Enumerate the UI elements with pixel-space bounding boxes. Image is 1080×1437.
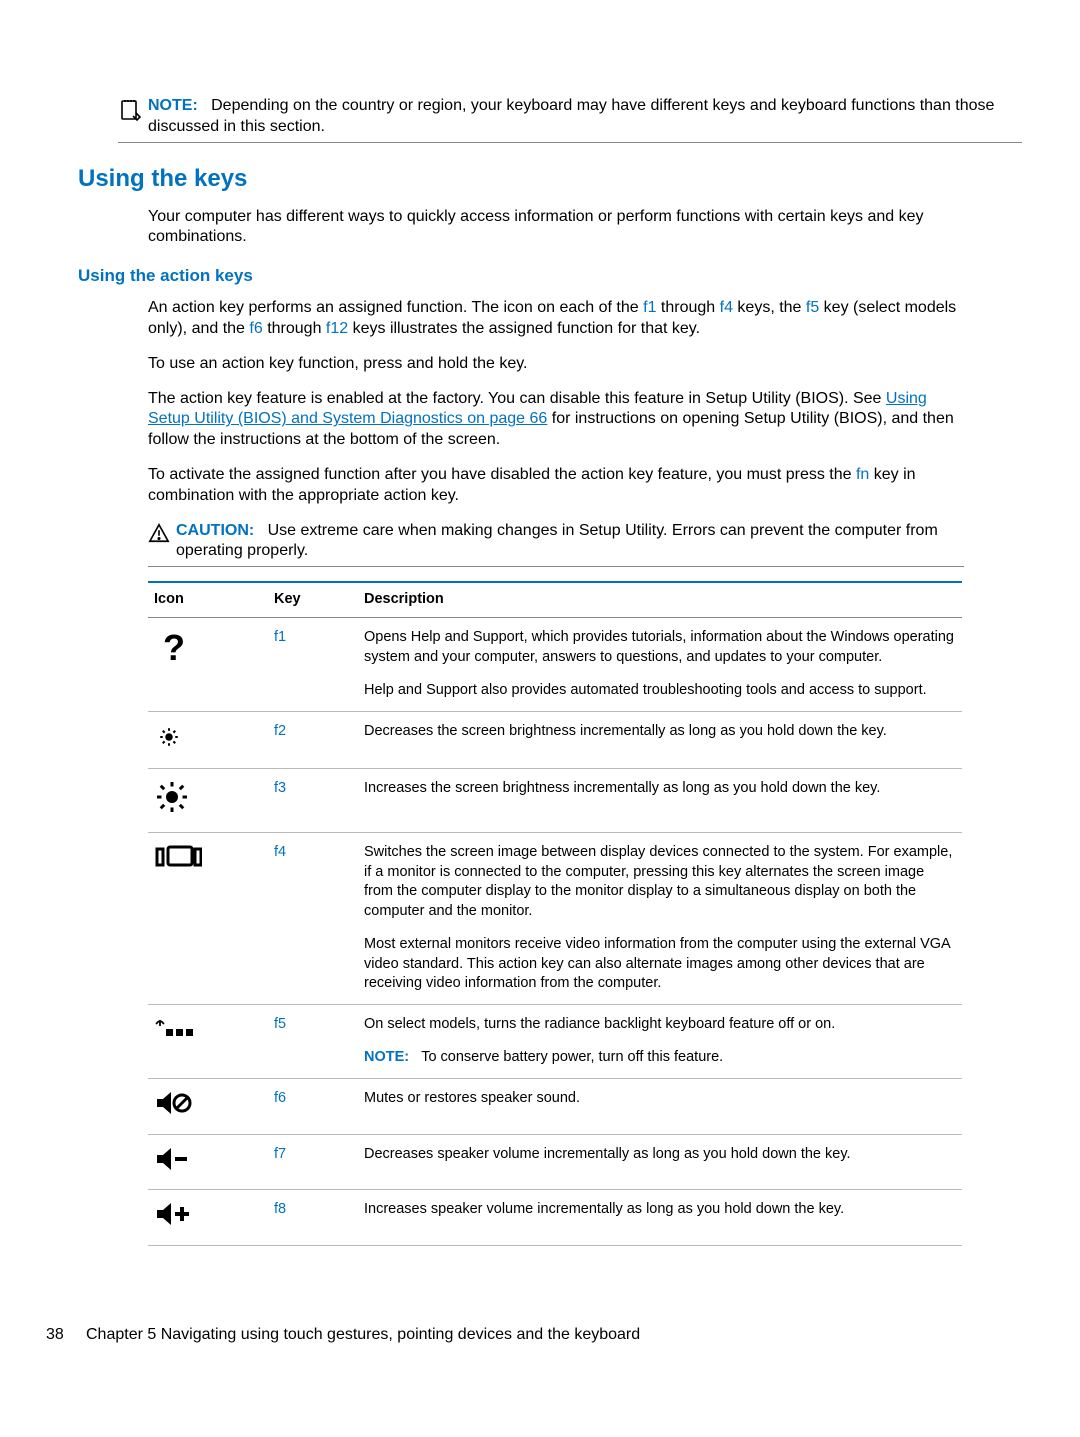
caution-label: CAUTION: xyxy=(176,522,254,539)
keycap-f12: f12 xyxy=(326,320,348,337)
table-row: ? f1 Opens Help and Support, which provi… xyxy=(148,618,962,712)
section-heading-using-keys: Using the keys xyxy=(78,165,1022,193)
row-description: Increases the screen brightness incremen… xyxy=(364,779,956,799)
keyboard-backlight-icon xyxy=(148,1004,268,1078)
key-label: f5 xyxy=(268,1004,358,1078)
row-description: Mutes or restores speaker sound. xyxy=(364,1089,956,1109)
caution-body: Use extreme care when making changes in … xyxy=(176,522,938,560)
key-label: f2 xyxy=(268,711,358,769)
keycap-f5: f5 xyxy=(806,299,819,316)
table-row: f8 Increases speaker volume incrementall… xyxy=(148,1190,962,1246)
page-footer: 38 Chapter 5 Navigating using touch gest… xyxy=(58,1326,1022,1344)
brightness-up-icon xyxy=(148,769,268,833)
table-row: f3 Increases the screen brightness incre… xyxy=(148,769,962,833)
note-text: NOTE: Depending on the country or region… xyxy=(148,96,1022,138)
caution-callout: CAUTION: Use extreme care when making ch… xyxy=(148,521,964,568)
action-keys-table: Icon Key Description ? f1 Opens Help and… xyxy=(148,581,962,1246)
row-description: Opens Help and Support, which provides t… xyxy=(364,628,956,667)
table-row: f7 Decreases speaker volume incrementall… xyxy=(148,1134,962,1190)
row-description: Increases speaker volume incrementally a… xyxy=(364,1200,956,1220)
note-callout: NOTE: Depending on the country or region… xyxy=(118,96,1022,143)
row-description: Switches the screen image between displa… xyxy=(364,843,956,921)
paragraph-3: The action key feature is enabled at the… xyxy=(148,389,964,451)
mute-icon xyxy=(148,1079,268,1135)
note-text: To conserve battery power, turn off this… xyxy=(421,1049,723,1065)
note-label: NOTE: xyxy=(364,1049,409,1065)
key-label: f1 xyxy=(268,618,358,712)
row-description: Help and Support also provides automated… xyxy=(364,681,956,701)
key-label: f7 xyxy=(268,1134,358,1190)
note-body: Depending on the country or region, your… xyxy=(148,97,994,135)
keycap-f1: f1 xyxy=(643,299,656,316)
paragraph-2: To use an action key function, press and… xyxy=(148,354,964,375)
brightness-down-icon xyxy=(148,711,268,769)
paragraph-4: To activate the assigned function after … xyxy=(148,465,964,507)
switch-display-icon xyxy=(148,832,268,1004)
paragraph-1: An action key performs an assigned funct… xyxy=(148,298,964,340)
table-header-row: Icon Key Description xyxy=(148,582,962,618)
key-label: f6 xyxy=(268,1079,358,1135)
page-number: 38 xyxy=(46,1326,86,1344)
caution-text: CAUTION: Use extreme care when making ch… xyxy=(176,521,964,563)
volume-down-icon xyxy=(148,1134,268,1190)
col-header-description: Description xyxy=(358,582,962,618)
table-row: f4 Switches the screen image between dis… xyxy=(148,832,962,1004)
keycap-f6: f6 xyxy=(249,320,262,337)
table-row: f5 On select models, turns the radiance … xyxy=(148,1004,962,1078)
key-label: f3 xyxy=(268,769,358,833)
keycap-f4: f4 xyxy=(720,299,733,316)
row-description: Most external monitors receive video inf… xyxy=(364,935,956,994)
help-icon: ? xyxy=(148,618,268,712)
row-description: On select models, turns the radiance bac… xyxy=(364,1015,956,1035)
intro-paragraph: Your computer has different ways to quic… xyxy=(148,207,964,249)
note-icon xyxy=(118,96,148,122)
row-description: Decreases the screen brightness incremen… xyxy=(364,722,956,742)
table-row: f2 Decreases the screen brightness incre… xyxy=(148,711,962,769)
row-note: NOTE: To conserve battery power, turn of… xyxy=(364,1048,956,1068)
volume-up-icon xyxy=(148,1190,268,1246)
chapter-title: Chapter 5 Navigating using touch gesture… xyxy=(86,1326,640,1344)
key-label: f4 xyxy=(268,832,358,1004)
keycap-fn: fn xyxy=(856,466,869,483)
key-label: f8 xyxy=(268,1190,358,1246)
row-description: Decreases speaker volume incrementally a… xyxy=(364,1145,956,1165)
col-header-icon: Icon xyxy=(148,582,268,618)
subsection-heading-action-keys: Using the action keys xyxy=(78,266,1022,286)
note-label: NOTE: xyxy=(148,97,198,114)
caution-icon xyxy=(148,521,176,544)
table-row: f6 Mutes or restores speaker sound. xyxy=(148,1079,962,1135)
col-header-key: Key xyxy=(268,582,358,618)
